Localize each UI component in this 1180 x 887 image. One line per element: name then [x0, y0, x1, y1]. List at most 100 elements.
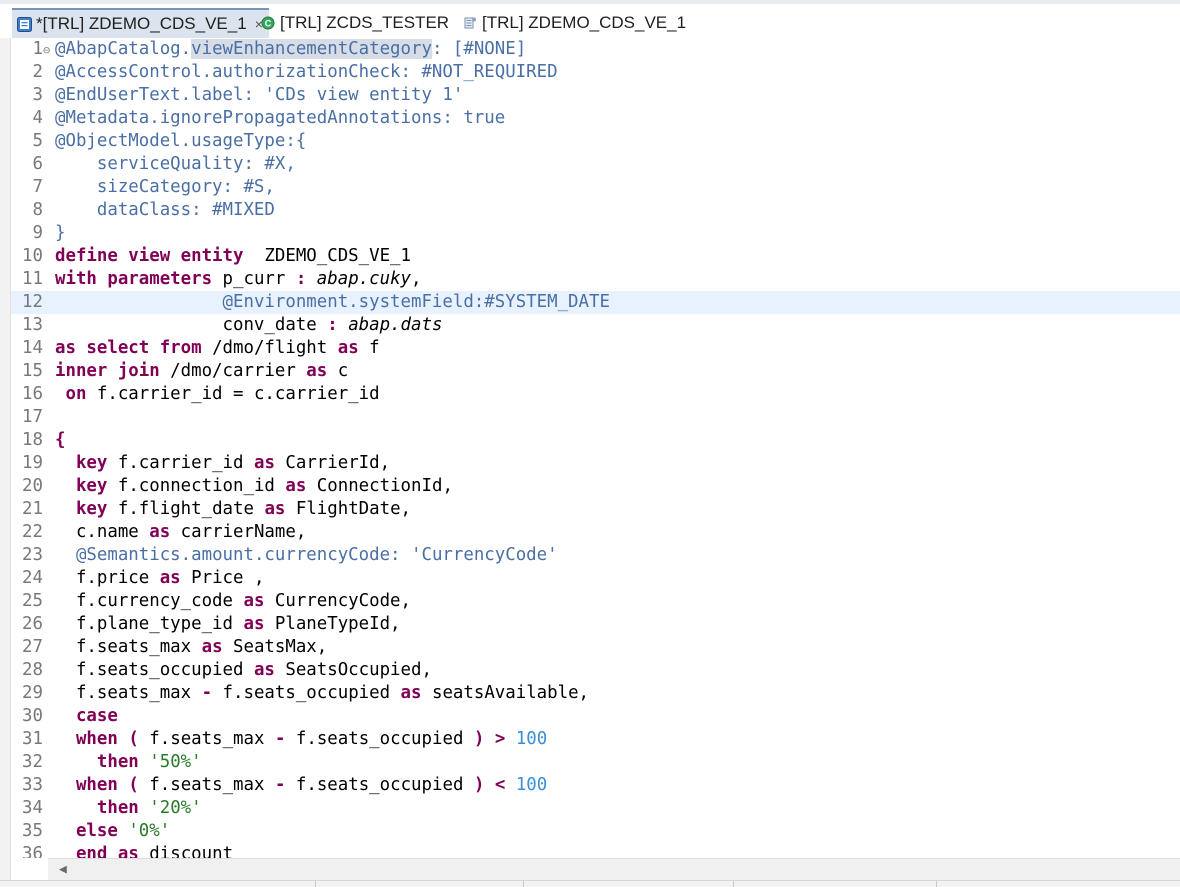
code-token: dataClass: #MIXED	[55, 200, 275, 220]
code-token: f.seats_occupied	[55, 660, 254, 680]
code-text: {	[55, 429, 65, 452]
code-line[interactable]: 27 f.seats_max as SeatsMax,	[11, 636, 1180, 659]
line-number: 25	[22, 591, 43, 611]
code-line[interactable]: 21 key f.flight_date as FlightDate,	[11, 498, 1180, 521]
tab-bar-top-strip	[0, 0, 1180, 4]
code-line[interactable]: 26 f.plane_type_id as PlaneTypeId,	[11, 613, 1180, 636]
code-token: f.seats_occupied	[285, 729, 474, 749]
code-line[interactable]: 34 then '20%'	[11, 797, 1180, 820]
line-number: 5	[32, 131, 43, 151]
code-editor[interactable]: 1 ⊖ @AbapCatalog.viewEnhancementCategory: …	[11, 38, 1180, 858]
cds-ddl-icon	[16, 16, 32, 32]
code-line[interactable]: 19 key f.carrier_id as CarrierId,	[11, 452, 1180, 475]
code-line[interactable]: 32 then '50%'	[11, 751, 1180, 774]
code-token: c	[327, 361, 349, 381]
code-token: :	[295, 269, 307, 289]
code-line[interactable]: 4 @Metadata.ignorePropagatedAnnotations: …	[11, 107, 1180, 130]
code-token: end	[75, 844, 108, 858]
code-line[interactable]: 14 as select from /dmo/flight as f	[11, 337, 1180, 360]
code-line[interactable]: 16 on f.carrier_id = c.carrier_id	[11, 383, 1180, 406]
code-line[interactable]: 8 dataClass: #MIXED	[11, 199, 1180, 222]
code-line[interactable]: 17	[11, 406, 1180, 429]
code-token: f.connection_id	[107, 476, 286, 496]
code-text: inner join /dmo/carrier as c	[55, 360, 348, 383]
code-line[interactable]: 20 key f.connection_id as ConnectionId,	[11, 475, 1180, 498]
code-line[interactable]: 15 inner join /dmo/carrier as c	[11, 360, 1180, 383]
code-text: @ObjectModel.usageType:{	[55, 130, 306, 153]
code-token: f.carrier_id = c.carrier_id	[86, 384, 380, 404]
code-line[interactable]: 33 when ( f.seats_max - f.seats_occupied…	[11, 774, 1180, 797]
code-line[interactable]: 22 c.name as carrierName,	[11, 521, 1180, 544]
code-token: <	[494, 775, 506, 795]
code-line[interactable]: 23 @Semantics.amount.currencyCode: 'Curr…	[11, 544, 1180, 567]
code-token: define view entity	[55, 246, 244, 266]
code-line[interactable]: 30 case	[11, 705, 1180, 728]
line-number: 12	[22, 292, 43, 312]
code-token: f	[358, 338, 380, 358]
code-token: as	[201, 637, 223, 657]
line-number: 18	[22, 430, 43, 450]
code-token: }	[55, 223, 66, 243]
code-line[interactable]: 35 else '0%'	[11, 820, 1180, 843]
code-line[interactable]: 36 end as discount	[11, 843, 1180, 858]
line-number: 30	[22, 706, 43, 726]
tab-label: *[TRL] ZDEMO_CDS_VE_1	[36, 14, 247, 33]
fold-toggle-icon[interactable]: ⊖	[43, 39, 50, 62]
code-token: as	[253, 453, 275, 473]
code-text: key f.flight_date as FlightDate,	[55, 498, 411, 521]
code-text: else '0%'	[55, 820, 170, 843]
line-number: 36	[22, 844, 43, 858]
code-line[interactable]: 3 @EndUserText.label: 'CDs view entity 1'	[11, 84, 1180, 107]
code-text: }	[55, 222, 65, 245]
tab-zdemo-cds-ve-1-preview[interactable]: [TRL] ZDEMO_CDS_VE_1	[458, 8, 686, 38]
code-line[interactable]: 10 define view entity ZDEMO_CDS_VE_1	[11, 245, 1180, 268]
code-line[interactable]: 28 f.seats_occupied as SeatsOccupied,	[11, 659, 1180, 682]
line-number: 10	[22, 246, 43, 266]
code-line[interactable]: 25 f.currency_code as CurrencyCode,	[11, 590, 1180, 613]
tab-zcds-tester[interactable]: C [TRL] ZCDS_TESTER	[256, 8, 449, 38]
line-number: 27	[22, 637, 43, 657]
code-token: f.seats_max	[55, 683, 202, 703]
code-token: 'CDs view entity 1'	[264, 85, 464, 105]
code-line[interactable]: 31 when ( f.seats_max - f.seats_occupied…	[11, 728, 1180, 751]
line-number: 3	[32, 85, 43, 105]
code-line[interactable]: 13 conv_date : abap.dats	[11, 314, 1180, 337]
svg-text:C: C	[265, 19, 272, 29]
code-token: key	[75, 453, 108, 473]
scroll-left-icon[interactable]: ◀	[59, 862, 67, 877]
code-text: end as discount	[55, 843, 233, 858]
line-number: 26	[22, 614, 43, 634]
line-number: 32	[22, 752, 43, 772]
line-number: 7	[32, 177, 43, 197]
code-line[interactable]: 6 serviceQuality: #X,	[11, 153, 1180, 176]
code-text: key f.carrier_id as CarrierId,	[55, 452, 390, 475]
code-token: 'CurrencyCode'	[411, 545, 558, 565]
code-line[interactable]: 9}	[11, 222, 1180, 245]
code-text: on f.carrier_id = c.carrier_id	[55, 383, 380, 406]
code-line[interactable]: 12 @Environment.systemField:#SYSTEM_DATE	[11, 291, 1180, 314]
code-token: f.seats_max	[138, 729, 275, 749]
code-line[interactable]: 7 sizeCategory: #S,	[11, 176, 1180, 199]
code-line[interactable]: 1 ⊖ @AbapCatalog.viewEnhancementCategory: …	[11, 38, 1180, 61]
code-token: f.price	[55, 568, 160, 588]
code-line[interactable]: 11 with parameters p_curr : abap.cuky,	[11, 268, 1180, 291]
code-line[interactable]: 29 f.seats_max - f.seats_occupied as sea…	[11, 682, 1180, 705]
line-number: 19	[22, 453, 43, 473]
code-token: as	[306, 361, 328, 381]
code-token: else	[75, 821, 118, 841]
code-text: sizeCategory: #S,	[55, 176, 275, 199]
code-text: f.currency_code as CurrencyCode,	[55, 590, 411, 613]
horizontal-scrollbar[interactable]: ◀	[48, 858, 1180, 881]
status-divider	[936, 881, 937, 887]
code-text: when ( f.seats_max - f.seats_occupied ) …	[55, 728, 547, 751]
code-token: f.carrier_id	[107, 453, 254, 473]
code-line[interactable]: 18 {	[11, 429, 1180, 452]
code-line[interactable]: 5 @ObjectModel.usageType:{	[11, 130, 1180, 153]
code-token: conv_date	[55, 315, 328, 335]
tab-zdemo-cds-ve-1-editor[interactable]: *[TRL] ZDEMO_CDS_VE_1 ×	[12, 8, 269, 38]
code-line[interactable]: 2 @AccessControl.authorizationCheck: #NOT…	[11, 61, 1180, 84]
code-line[interactable]: 24 f.price as Price ,	[11, 567, 1180, 590]
